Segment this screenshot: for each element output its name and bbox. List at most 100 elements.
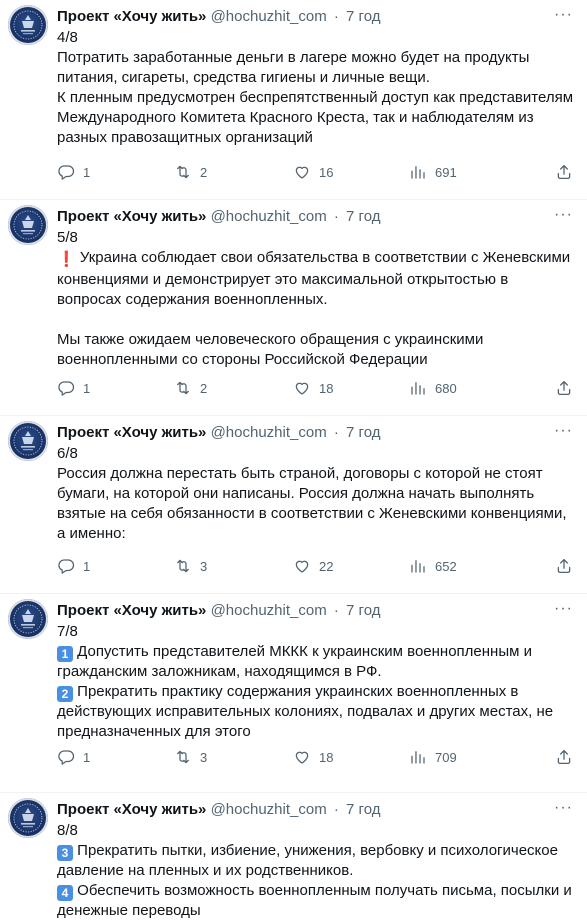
tweet-paragraph: 4/8 Потратить заработанные деньги в лаге… xyxy=(57,29,574,146)
more-icon[interactable]: ··· xyxy=(554,207,573,223)
author-handle[interactable]: @hochuzhit_com xyxy=(211,8,327,25)
tweet-text: 5/8 ❗ Украина соблюдает свои обязательст… xyxy=(57,228,573,370)
retweet-icon xyxy=(174,379,200,397)
heart-icon xyxy=(293,748,319,766)
tweet-text: 4/8 Потратить заработанные деньги в лаге… xyxy=(57,28,573,148)
author-name[interactable]: Проект «Хочу жить» xyxy=(57,801,206,818)
avatar[interactable] xyxy=(8,421,48,461)
reply-icon xyxy=(57,379,83,397)
avatar[interactable] xyxy=(8,205,48,245)
reply-count: 1 xyxy=(83,558,91,574)
retweet-count: 3 xyxy=(200,558,208,574)
tweet-time[interactable]: 7 год xyxy=(346,8,380,25)
tweet-time[interactable]: 7 год xyxy=(346,801,380,818)
tweet-header: Проект «Хочу жить» @hochuzhit_com · 7 го… xyxy=(57,800,573,820)
more-icon[interactable]: ··· xyxy=(554,601,573,617)
more-icon[interactable]: ··· xyxy=(554,423,573,439)
author-name[interactable]: Проект «Хочу жить» xyxy=(57,424,206,441)
like-count: 18 xyxy=(319,380,334,396)
like-button[interactable]: 16 xyxy=(293,162,333,182)
tweet-paragraph: Украина соблюдает свои обязательства в с… xyxy=(57,249,575,308)
retweet-count: 2 xyxy=(200,164,208,180)
share-icon[interactable] xyxy=(555,748,573,766)
avatar[interactable] xyxy=(8,5,48,45)
retweet-button[interactable]: 2 xyxy=(174,162,207,182)
tweet-paragraph: 7/8 xyxy=(57,623,78,640)
tweet[interactable]: Проект «Хочу жить» @hochuzhit_com · 7 го… xyxy=(0,200,587,416)
retweet-count: 2 xyxy=(200,380,208,396)
share-icon[interactable] xyxy=(555,163,573,181)
tweet-text: 6/8 Россия должна перестать быть страной… xyxy=(57,444,573,544)
views-button[interactable]: 652 xyxy=(409,556,457,576)
author-handle[interactable]: @hochuzhit_com xyxy=(211,602,327,619)
views-count: 691 xyxy=(435,164,457,180)
tweet-actions: 1 2 18 680 xyxy=(57,378,457,398)
share-icon[interactable] xyxy=(555,379,573,397)
reply-count: 1 xyxy=(83,380,91,396)
heart-icon xyxy=(293,379,319,397)
tweet-time[interactable]: 7 год xyxy=(346,208,380,225)
share-icon[interactable] xyxy=(555,557,573,575)
reply-button[interactable]: 1 xyxy=(57,378,90,398)
like-button[interactable]: 22 xyxy=(293,556,333,576)
retweet-icon xyxy=(174,748,200,766)
tweet-paragraph: Допустить представителей МККК к украинск… xyxy=(57,643,537,680)
tweet[interactable]: Проект «Хочу жить» @hochuzhit_com · 7 го… xyxy=(0,0,587,200)
reply-button[interactable]: 1 xyxy=(57,162,90,182)
more-icon[interactable]: ··· xyxy=(554,7,573,23)
tweet-thread: Проект «Хочу жить» @hochuzhit_com · 7 го… xyxy=(0,0,587,924)
author-handle[interactable]: @hochuzhit_com xyxy=(211,801,327,818)
reply-button[interactable]: 1 xyxy=(57,556,90,576)
exclamation-emoji: ❗ xyxy=(57,251,76,268)
keycap-emoji: 4 xyxy=(57,885,73,901)
avatar[interactable] xyxy=(8,599,48,639)
views-button[interactable]: 691 xyxy=(409,162,457,182)
tweet-paragraph: Прекратить практику содержания украински… xyxy=(57,683,558,740)
tweet[interactable]: Проект «Хочу жить» @hochuzhit_com · 7 го… xyxy=(0,793,587,924)
reply-count: 1 xyxy=(83,164,91,180)
tweet-header: Проект «Хочу жить» @hochuzhit_com · 7 го… xyxy=(57,207,573,227)
reply-icon xyxy=(57,748,83,766)
keycap-emoji: 1 xyxy=(57,646,73,662)
author-name[interactable]: Проект «Хочу жить» xyxy=(57,602,206,619)
tweet-paragraph: Обеспечить возможность военнопленным пол… xyxy=(57,882,576,919)
like-count: 18 xyxy=(319,749,334,765)
separator-dot: · xyxy=(333,801,339,818)
retweet-count: 3 xyxy=(200,749,208,765)
avatar[interactable] xyxy=(8,798,48,838)
keycap-emoji: 3 xyxy=(57,845,73,861)
tweet[interactable]: Проект «Хочу жить» @hochuzhit_com · 7 го… xyxy=(0,416,587,594)
tweet-actions: 1 3 18 709 xyxy=(57,747,457,767)
tweet-header: Проект «Хочу жить» @hochuzhit_com · 7 го… xyxy=(57,601,573,621)
heart-icon xyxy=(293,163,319,181)
tweet-paragraph: Прекратить пытки, избиение, унижения, ве… xyxy=(57,842,563,879)
retweet-button[interactable]: 2 xyxy=(174,378,207,398)
tweet-time[interactable]: 7 год xyxy=(346,602,380,619)
views-icon xyxy=(409,379,435,397)
like-count: 22 xyxy=(319,558,334,574)
reply-button[interactable]: 1 xyxy=(57,747,90,767)
tweet-actions: 1 2 16 691 xyxy=(57,162,457,182)
tweet[interactable]: Проект «Хочу жить» @hochuzhit_com · 7 го… xyxy=(0,594,587,793)
views-count: 652 xyxy=(435,558,457,574)
heart-icon xyxy=(293,557,319,575)
author-handle[interactable]: @hochuzhit_com xyxy=(211,424,327,441)
tweet-paragraph: 5/8 xyxy=(57,229,78,246)
retweet-icon xyxy=(174,557,200,575)
like-button[interactable]: 18 xyxy=(293,747,333,767)
retweet-button[interactable]: 3 xyxy=(174,556,207,576)
author-handle[interactable]: @hochuzhit_com xyxy=(211,208,327,225)
tweet-header: Проект «Хочу жить» @hochuzhit_com · 7 го… xyxy=(57,7,573,27)
views-button[interactable]: 709 xyxy=(409,747,457,767)
views-button[interactable]: 680 xyxy=(409,378,457,398)
separator-dot: · xyxy=(333,602,339,619)
author-name[interactable]: Проект «Хочу жить» xyxy=(57,8,206,25)
more-icon[interactable]: ··· xyxy=(554,800,573,816)
author-name[interactable]: Проект «Хочу жить» xyxy=(57,208,206,225)
views-icon xyxy=(409,748,435,766)
reply-count: 1 xyxy=(83,749,91,765)
keycap-emoji: 2 xyxy=(57,686,73,702)
tweet-time[interactable]: 7 год xyxy=(346,424,380,441)
retweet-button[interactable]: 3 xyxy=(174,747,207,767)
like-button[interactable]: 18 xyxy=(293,378,333,398)
